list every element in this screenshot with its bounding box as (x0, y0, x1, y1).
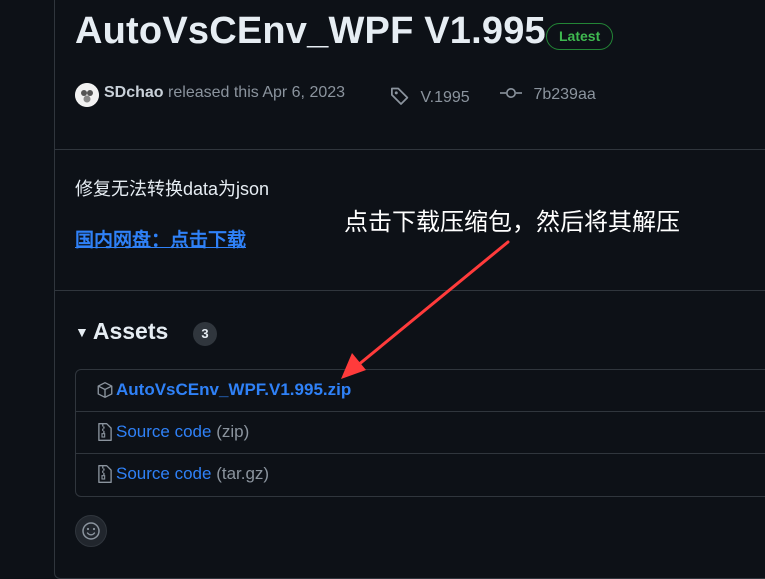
asset-link-source-zip[interactable]: Source code (zip) (116, 422, 249, 442)
asset-ext: (zip) (216, 422, 250, 441)
release-meta: SDchao released this Apr 6, 2023 (104, 84, 345, 102)
annotation-text: 点击下载压缩包，然后将其解压 (344, 209, 680, 236)
avatar[interactable] (75, 83, 99, 107)
asset-row-zip[interactable]: AutoVsCEnv_WPF.V1.995.zip (76, 370, 765, 412)
commit-hash: 7b239aa (533, 86, 596, 103)
tag-info[interactable]: V.1995 (390, 86, 470, 107)
release-title[interactable]: AutoVsCEnv_WPF V1.995 (75, 10, 546, 53)
released-date: released this Apr 6, 2023 (168, 84, 346, 101)
asset-row-source-zip[interactable]: Source code (zip) (76, 412, 765, 454)
divider (55, 149, 765, 150)
latest-badge: Latest (546, 23, 614, 50)
assets-list: AutoVsCEnv_WPF.V1.995.zip Source code (z… (75, 369, 765, 497)
assets-heading: Assets (92, 318, 169, 344)
file-zip-icon (98, 423, 112, 441)
assets-count-badge: 3 (193, 322, 217, 346)
asset-name: Source code (116, 422, 212, 441)
asset-name: Source code (116, 464, 212, 483)
file-zip-icon (98, 465, 112, 483)
assets-toggle[interactable]: ▼ Assets (75, 318, 168, 345)
divider (55, 290, 765, 291)
asset-row-source-targz[interactable]: Source code (tar.gz) (76, 454, 765, 495)
smiley-icon (82, 522, 100, 540)
asset-link-release-zip[interactable]: AutoVsCEnv_WPF.V1.995.zip (116, 380, 351, 400)
tag-icon (391, 87, 409, 105)
asset-link-source-targz[interactable]: Source code (tar.gz) (116, 464, 269, 484)
avatar-image (75, 83, 99, 107)
asset-ext: (tar.gz) (216, 464, 270, 483)
commit-info[interactable]: 7b239aa (500, 86, 596, 104)
caret-down-icon: ▼ (75, 324, 89, 340)
mirror-download-link[interactable]: 国内网盘：点击下载 (75, 225, 246, 252)
release-note: 修复无法转换data为json (75, 179, 270, 199)
package-icon (97, 382, 113, 398)
add-reaction-button[interactable] (75, 515, 107, 547)
author-link[interactable]: SDchao (104, 84, 164, 101)
tag-label: V.1995 (420, 89, 470, 106)
commit-icon (500, 88, 522, 98)
